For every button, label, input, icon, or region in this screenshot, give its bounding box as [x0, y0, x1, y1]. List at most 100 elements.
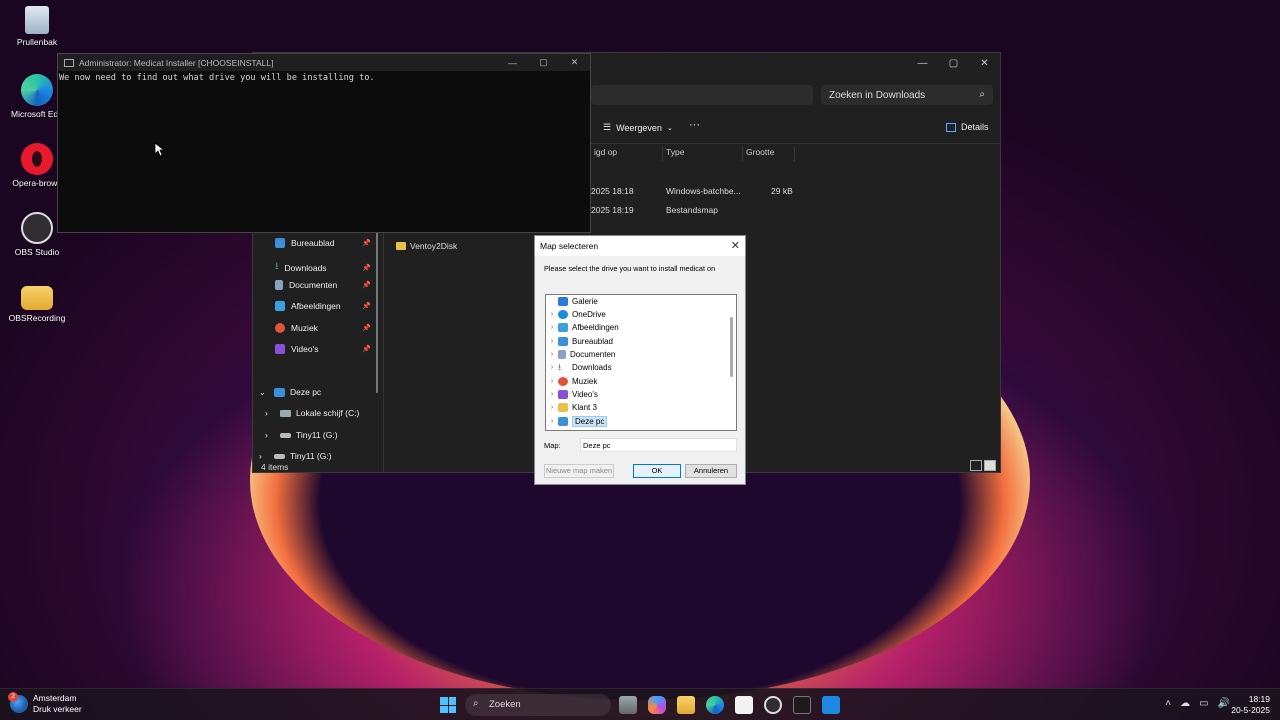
tree-item-label: Afbeeldingen: [572, 323, 619, 332]
column-header-size[interactable]: Grootte: [743, 147, 795, 161]
close-button[interactable]: ✕: [559, 54, 590, 71]
tiles-view-button[interactable]: [984, 460, 996, 471]
chevron-right-icon[interactable]: ›: [546, 351, 558, 358]
chevron-right-icon[interactable]: ›: [546, 391, 558, 398]
chevron-right-icon[interactable]: ›: [546, 324, 558, 331]
desktop-icon-label: Prullenbak: [16, 37, 58, 47]
chevron-right-icon[interactable]: ›: [546, 404, 558, 411]
music-icon: [275, 323, 285, 333]
network-icon[interactable]: ▭: [1199, 698, 1208, 709]
tree-item-label: OneDrive: [572, 310, 606, 319]
chevron-up-icon[interactable]: ˄: [1165, 698, 1171, 709]
taskbar-search[interactable]: ⌕ Zoeken: [465, 694, 611, 716]
desktop-icon-obsrecording[interactable]: OBSRecording: [6, 282, 68, 323]
tree-item-videos[interactable]: › Video's: [546, 388, 598, 401]
tree-item-bureaublad[interactable]: › Bureaublad: [546, 335, 613, 348]
terminal-icon[interactable]: [793, 696, 811, 714]
file-row-size: 29 kB: [771, 186, 793, 196]
close-button[interactable]: ✕: [969, 53, 1000, 73]
nav-item-label: Documenten: [289, 280, 338, 290]
desktop-icon-label: OBS Studio: [14, 247, 60, 257]
pin-icon: 📌: [362, 325, 371, 332]
nav-scrollbar[interactable]: [376, 231, 378, 393]
nav-item-afbeeldingen[interactable]: Afbeeldingen 📌: [275, 301, 371, 311]
minimize-button[interactable]: —: [497, 54, 528, 71]
minimize-button[interactable]: —: [907, 53, 938, 73]
volume-icon[interactable]: 🔊: [1218, 698, 1230, 709]
tree-item-galerie[interactable]: Galerie: [546, 295, 598, 308]
folder-tree[interactable]: Galerie › OneDrive › Afbeeldingen › Bureaub…: [545, 294, 737, 431]
view-menu-button[interactable]: ☰ Weergeven ⌄: [603, 122, 673, 133]
console-output[interactable]: We now need to find out what drive you w…: [58, 71, 590, 85]
edge-icon[interactable]: [706, 696, 724, 714]
console-titlebar: Administrator: Medicat Installer [CHOOSE…: [58, 54, 590, 71]
nav-item-downloads[interactable]: ⭳ Downloads 📌: [275, 259, 371, 276]
chevron-right-icon: ›: [259, 451, 262, 461]
tree-item-this-pc[interactable]: ⌄ Deze pc: [259, 387, 321, 397]
maximize-button[interactable]: ▢: [528, 54, 559, 71]
ok-button[interactable]: OK: [633, 464, 681, 478]
tree-item-klant3[interactable]: › Klant 3: [546, 401, 597, 414]
more-options-button[interactable]: ···: [689, 119, 700, 131]
tree-item-documenten[interactable]: › Documenten: [546, 348, 615, 361]
tree-item-this-pc[interactable]: › Deze pc: [546, 415, 608, 428]
tree-item-drive-g[interactable]: › Tiny11 (G:): [265, 430, 338, 440]
file-row-type: Windows-batchbe...: [666, 186, 741, 196]
music-icon: [558, 377, 568, 386]
folder-item-ventoy[interactable]: Ventoy2Disk: [396, 241, 457, 251]
onedrive-icon[interactable]: ☁: [1180, 698, 1190, 709]
address-bar[interactable]: [591, 85, 813, 105]
clock[interactable]: 18:19 20-5-2025: [1231, 694, 1270, 716]
dialog-message: Please select the drive you want to inst…: [544, 264, 716, 273]
tree-item-label: Tiny11 (G:): [296, 430, 338, 440]
chevron-right-icon: ›: [265, 408, 268, 418]
file-explorer-icon[interactable]: [677, 696, 695, 714]
map-field[interactable]: Deze pc: [580, 438, 737, 452]
tree-item-label: Bureaublad: [572, 337, 613, 346]
chevron-right-icon[interactable]: ›: [546, 338, 558, 345]
close-icon[interactable]: ✕: [731, 239, 740, 252]
pin-icon: 📌: [362, 264, 371, 272]
store-icon[interactable]: [735, 696, 753, 714]
weather-icon: 2: [8, 692, 28, 713]
pictures-icon: [558, 323, 568, 332]
desktop-icon-recycle-bin[interactable]: Prullenbak: [6, 6, 68, 47]
chevron-right-icon[interactable]: ›: [546, 418, 558, 425]
file-row-date[interactable]: 2025 18:18: [591, 186, 634, 196]
maximize-button[interactable]: ▢: [938, 53, 969, 73]
column-header-date[interactable]: igd op: [591, 147, 663, 161]
cloud-icon: [558, 310, 568, 319]
new-folder-button[interactable]: Nieuwe map maken: [544, 464, 614, 478]
gallery-icon: [558, 297, 568, 306]
tree-item-label: Deze pc: [290, 387, 322, 397]
chevron-right-icon[interactable]: ›: [546, 378, 558, 385]
file-row-date[interactable]: 2025 18:19: [591, 205, 634, 215]
tree-scrollbar[interactable]: [730, 317, 733, 377]
cancel-button[interactable]: Annuleren: [685, 464, 737, 478]
tree-item-label: Documenten: [570, 350, 616, 359]
nav-item-bureaublad[interactable]: Bureaublad 📌: [275, 238, 371, 248]
chevron-right-icon[interactable]: ›: [546, 364, 558, 371]
tree-item-afbeeldingen[interactable]: › Afbeeldingen: [546, 321, 619, 334]
tree-item-downloads[interactable]: › ⭳ Downloads: [546, 361, 612, 374]
weather-widget[interactable]: 2 Amsterdam Druk verkeer: [8, 692, 82, 715]
search-input[interactable]: Zoeken in Downloads ⌕: [821, 85, 993, 105]
tree-item-onedrive[interactable]: › OneDrive: [546, 308, 606, 321]
details-view-button[interactable]: [970, 460, 982, 471]
chevron-right-icon[interactable]: ›: [546, 311, 558, 318]
nav-pane-divider[interactable]: [383, 231, 384, 472]
nav-item-documenten[interactable]: Documenten 📌: [275, 280, 371, 290]
tree-item-drive-g-alt[interactable]: › Tiny11 (G:): [259, 451, 332, 461]
start-button[interactable]: [440, 697, 456, 713]
dialog-app-icon[interactable]: [822, 696, 840, 714]
obs-icon[interactable]: [764, 696, 782, 714]
details-pane-button[interactable]: Details: [946, 122, 989, 132]
tree-item-drive-c[interactable]: › Lokale schijf (C:): [265, 408, 359, 418]
chevron-down-icon: ⌄: [259, 387, 266, 397]
column-header-type[interactable]: Type: [663, 147, 743, 161]
task-view-icon[interactable]: [619, 696, 637, 714]
tree-item-muziek[interactable]: › Muziek: [546, 375, 597, 388]
nav-item-videos[interactable]: Video's 📌: [275, 344, 371, 354]
nav-item-muziek[interactable]: Muziek 📌: [275, 323, 371, 333]
copilot-icon[interactable]: [648, 696, 666, 714]
